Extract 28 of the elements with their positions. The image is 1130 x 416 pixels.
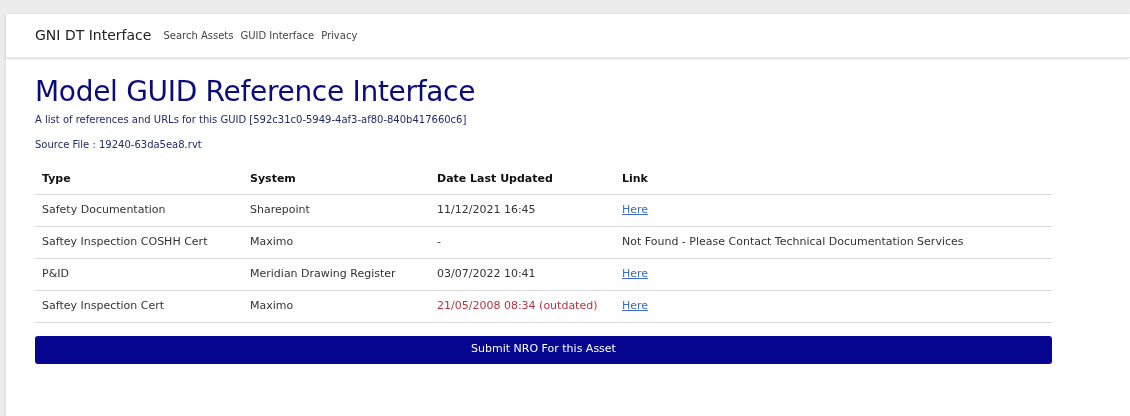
column-header: System (243, 164, 430, 194)
page-heading: Model GUID Reference Interface (35, 74, 477, 110)
column-header: Link (615, 164, 1052, 194)
column-header: Date Last Updated (430, 164, 615, 194)
nav-link[interactable]: Search Assets (163, 28, 234, 43)
table-cell: Not Found - Please Contact Technical Documentation Services (622, 234, 964, 248)
here-link[interactable]: Here (622, 298, 649, 312)
table-cell: Saftey Inspection COSHH Cert (42, 234, 208, 248)
table-cell: Meridian Drawing Register (250, 266, 396, 280)
guid-description: A list of references and URLs for this GUID [592c31c0-5949-4af3-af80-840b417660c6] (35, 113, 468, 127)
column-header: Type (35, 164, 243, 194)
table-cell: Maximo (250, 234, 294, 248)
table-cell: Safety Documentation (42, 202, 166, 216)
table-cell: 11/12/2021 16:45 (437, 202, 536, 216)
source-file-text: Source File : 19240-63da5ea8.rvt (35, 138, 203, 152)
table-cell: Maximo (250, 298, 294, 312)
table-cell: P&ID (42, 266, 69, 280)
here-link[interactable]: Here (622, 266, 649, 280)
brand-link[interactable]: GNI DT Interface (35, 25, 152, 46)
here-link[interactable]: Here (622, 202, 649, 216)
submit-button[interactable]: Submit NRO For this Asset (35, 335, 1052, 364)
nav-link[interactable]: Privacy (321, 28, 358, 43)
nav-link[interactable]: GUID Interface (240, 28, 315, 43)
table-cell: - (437, 234, 441, 248)
table-cell: Saftey Inspection Cert (42, 298, 165, 312)
table-cell: Sharepoint (250, 202, 310, 216)
table-cell: 03/07/2022 10:41 (437, 266, 536, 280)
table-cell: 21/05/2008 08:34 (outdated) (437, 298, 598, 312)
